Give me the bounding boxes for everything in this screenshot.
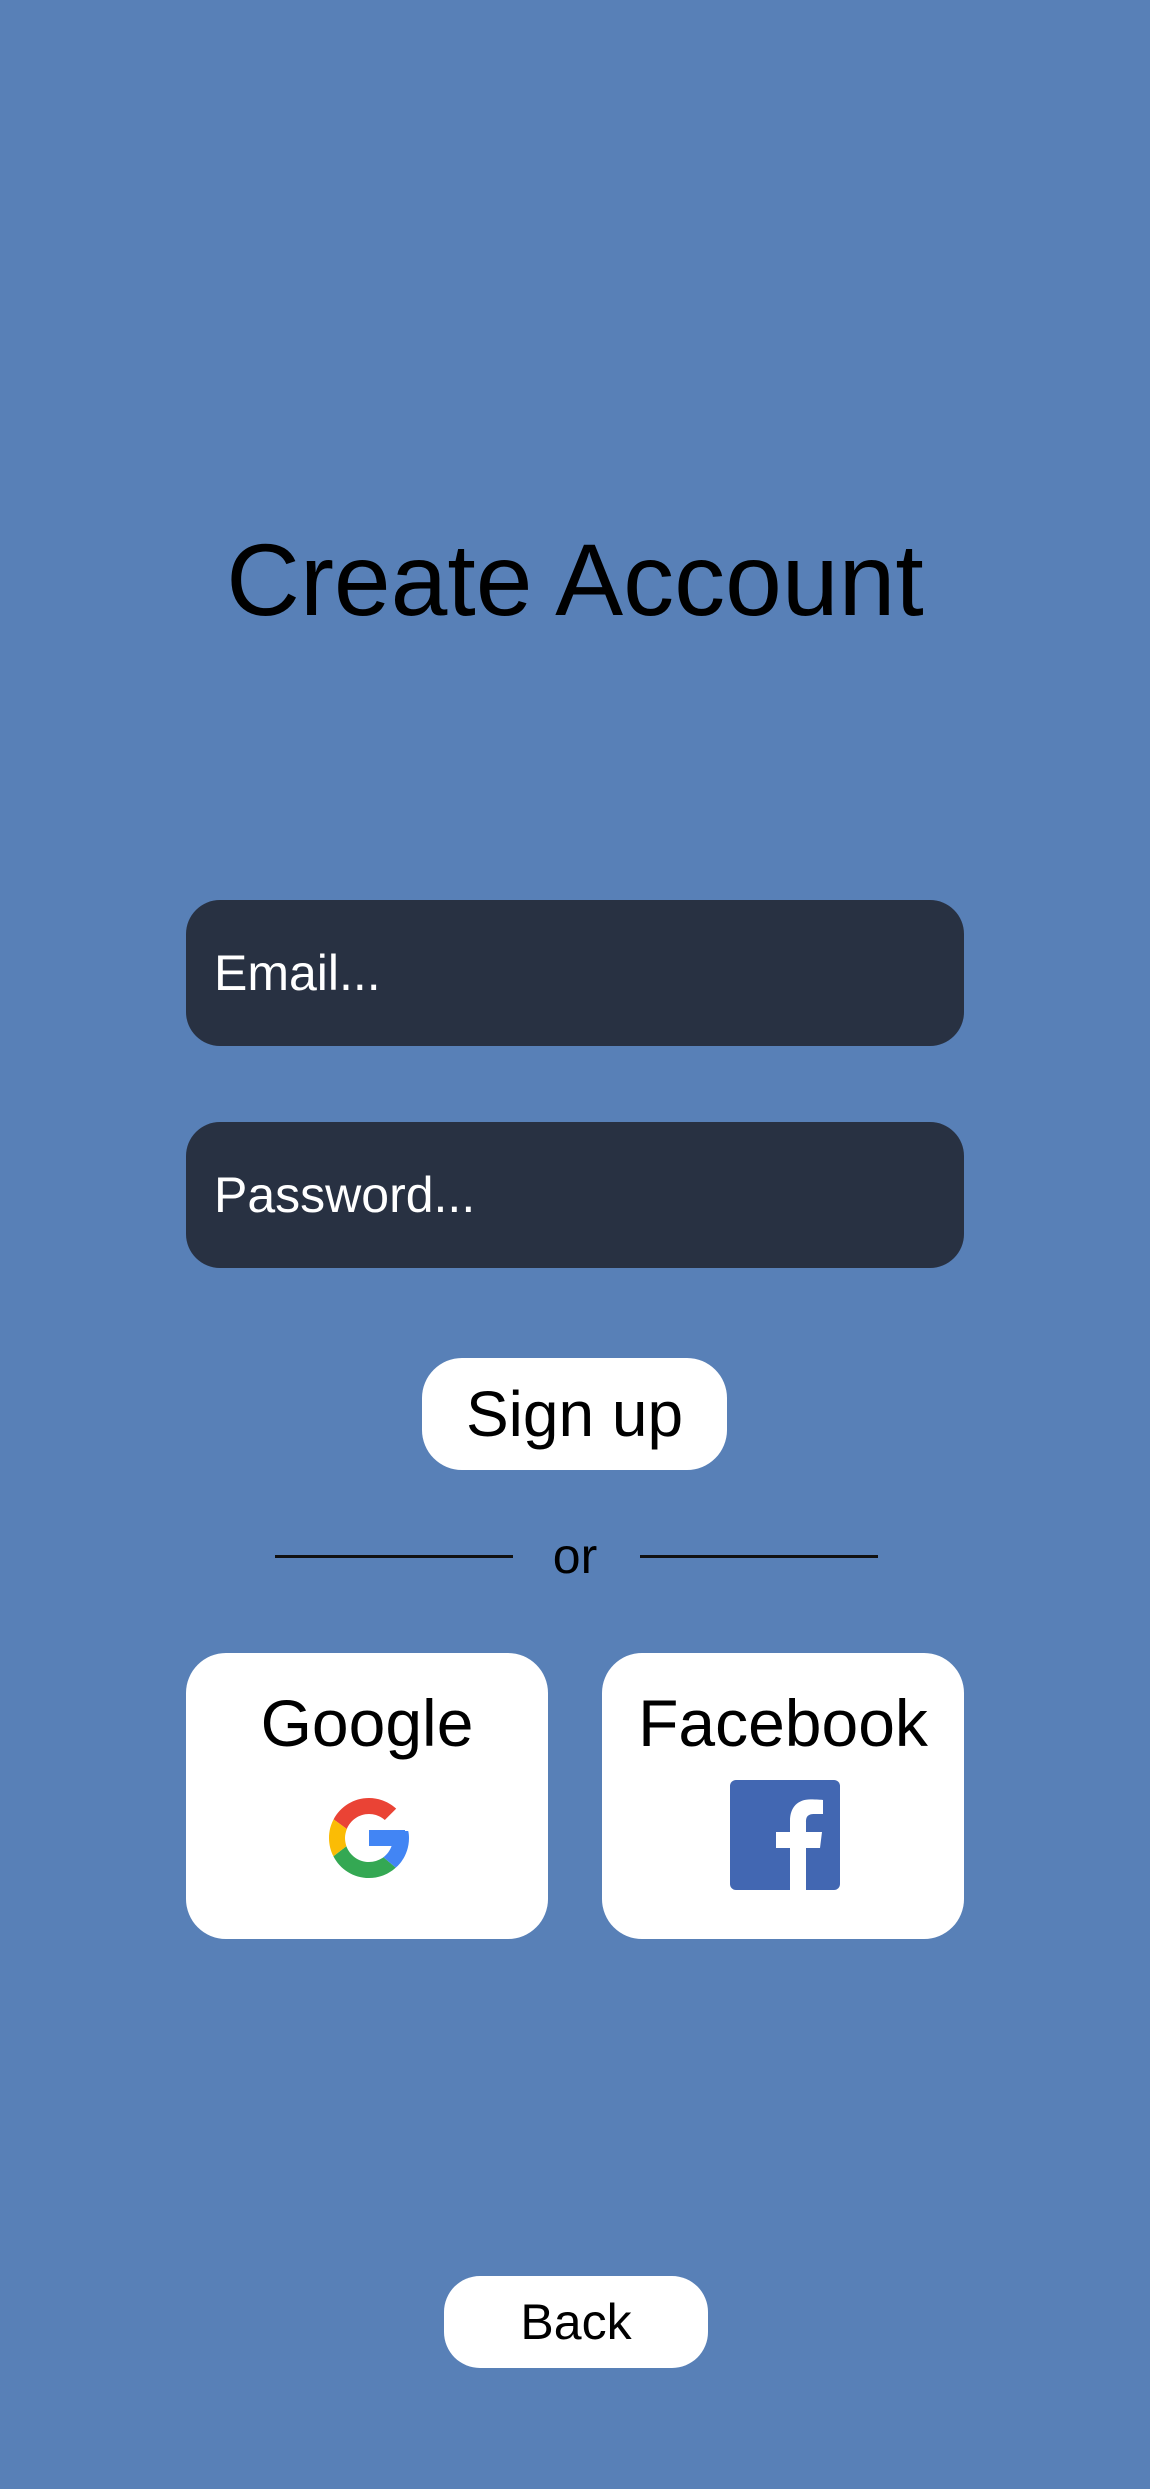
divider-line-left: [275, 1555, 513, 1558]
facebook-f-icon: [730, 1780, 840, 1890]
sign-up-button[interactable]: Sign up: [422, 1358, 727, 1470]
google-g-icon: [329, 1798, 409, 1878]
page-title: Create Account: [226, 523, 924, 637]
password-field[interactable]: [186, 1122, 964, 1268]
google-label: Google: [260, 1686, 474, 1760]
google-signin-button[interactable]: Google: [186, 1653, 548, 1939]
facebook-label: Facebook: [638, 1686, 928, 1760]
email-input[interactable]: [214, 944, 964, 1002]
divider-line-right: [640, 1555, 878, 1558]
email-field[interactable]: [186, 900, 964, 1046]
back-button[interactable]: Back: [444, 2276, 708, 2368]
facebook-signin-button[interactable]: Facebook: [602, 1653, 964, 1939]
password-input[interactable]: [214, 1166, 964, 1224]
or-divider-text: or: [552, 1528, 598, 1584]
